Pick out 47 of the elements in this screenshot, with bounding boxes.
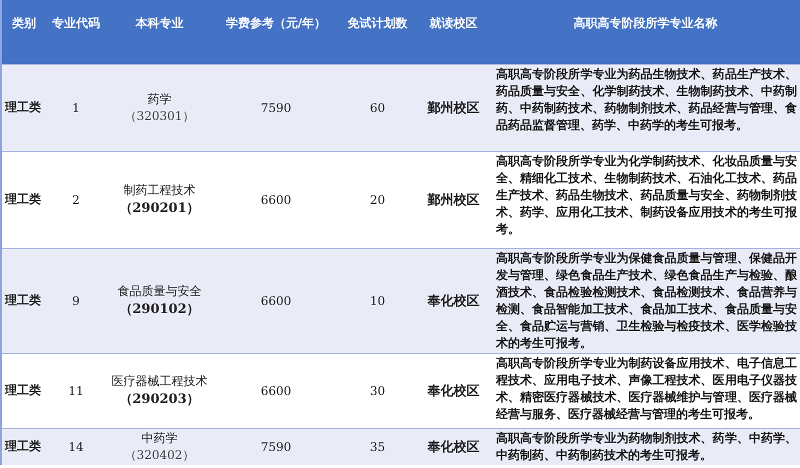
table-cell: 理工类 (1, 428, 46, 464)
column-header: 类别 (1, 0, 46, 64)
table-cell: 14 (46, 428, 106, 464)
major-code: （290203） (118, 391, 201, 408)
major-name: 中药学 (140, 430, 178, 446)
column-header: 本科专业 (106, 0, 213, 64)
table-cell: 10 (339, 248, 416, 353)
major-name: 医疗器械工程技术 (110, 373, 208, 390)
table-cell: 30 (339, 353, 416, 428)
table-cell: 高职高专阶段所学专业为药物制剂技术、药学、中药学、中药制药、中药制药技术的考生可报考。 (491, 428, 800, 464)
table-cell: 60 (339, 64, 416, 151)
table-cell: 6600 (213, 151, 339, 248)
table-cell: 理工类 (1, 353, 46, 428)
column-header: 免试计划数 (339, 0, 416, 64)
table-cell: 奉化校区 (416, 248, 491, 353)
table-cell: 理工类 (1, 248, 46, 353)
table-cell: 高职高专阶段所学专业为保健食品质量与管理、保健品开发与管理、绿色食品生产技术、绿色食品生产与检验、酿酒技术、食品检验检测技术、食品检测技术、食品营养与检测、食品智能加工技术、食品加工技术、食品质量与安全、食品贮运与营销、卫生检验与检疫技术、医学检验技术的考生可报考。 (491, 248, 800, 353)
table-cell: 9 (46, 248, 106, 353)
table-cell: 高职高专阶段所学专业为制药设备应用技术、电子信息工程技术、应用电子技术、声像工程技术、医用电子仪器技术、精密医疗器械技术、医疗器械维护与管理、医疗器械经营与服务、医疗器械经营与管理的考生可报考。 (491, 353, 800, 428)
table-cell: 高职高专阶段所学专业为药品生物技术、药品生产技术、药品质量与安全、化学制药技术、生物制药技术、中药制药、中药制药技术、药物制剂技术、药品经营与管理、食品药品监督管理、药学、中药学的考生可报考。 (491, 64, 800, 151)
table-cell: 1 (46, 64, 106, 151)
table-cell: 6600 (213, 353, 339, 428)
table-cell: 理工类 (1, 151, 46, 248)
table-cell: 2 (46, 151, 106, 248)
column-header: 专业代码 (46, 0, 106, 64)
major-name: 药学 (146, 90, 172, 108)
table-cell: 35 (339, 428, 416, 464)
major-code: （290201） (118, 200, 201, 217)
table-cell: 鄞州校区 (416, 151, 491, 248)
major-code: （290102） (118, 301, 201, 318)
major-code: （320402） (124, 446, 196, 464)
table-cell: 6600 (213, 248, 339, 353)
major-name: 食品质量与安全 (116, 283, 202, 300)
column-header: 学费参考（元/年） (213, 0, 339, 64)
column-header: 高职高专阶段所学专业名称 (491, 0, 800, 64)
table-cell: 理工类 (1, 64, 46, 151)
table-cell: 奉化校区 (416, 353, 491, 428)
table-cell: 奉化校区 (416, 428, 491, 464)
table-cell: 7590 (213, 64, 339, 151)
major-name: 制药工程技术 (122, 182, 196, 199)
table-cell: 11 (46, 353, 106, 428)
table-cell: 20 (339, 151, 416, 248)
table-cell: 鄞州校区 (416, 64, 491, 151)
major-code: （320301） (124, 108, 196, 124)
column-header: 就读校区 (416, 0, 491, 64)
table-cell: 高职高专阶段所学专业为化学制药技术、化妆品质量与安全、精细化工技术、生物制药技术、石油化工技术、药品生产技术、药品生物技术、药品质量与安全、药物制剂技术、药学、应用化工技术、制药设备应用技术的考生可报考。 (491, 151, 800, 248)
table-cell: 7590 (213, 428, 339, 464)
